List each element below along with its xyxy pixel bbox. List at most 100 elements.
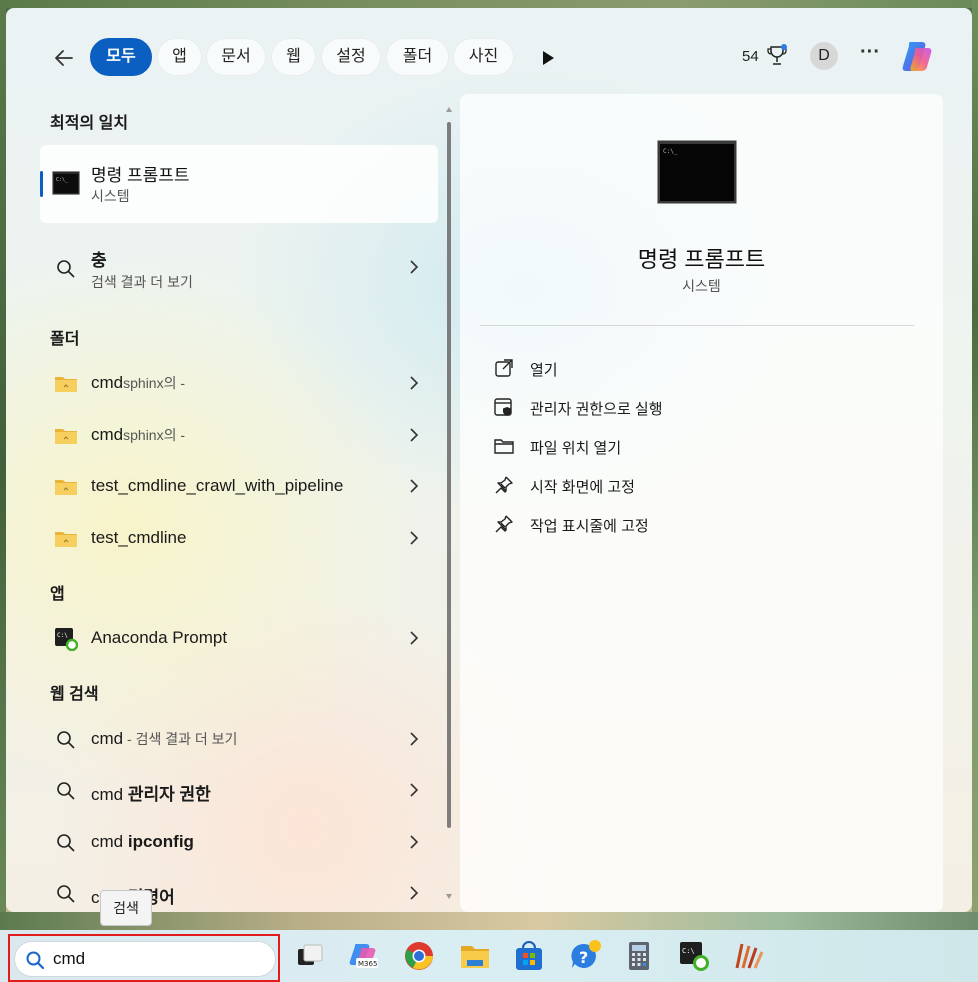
svg-text:C:\: C:\ [682, 947, 695, 955]
folder-icon [494, 439, 514, 454]
folder-icon [55, 377, 77, 392]
app-result-row[interactable]: C:\ Anaconda Prompt [40, 616, 438, 662]
web-result-row[interactable]: cmd - 검색 결과 더 보기 [40, 717, 438, 763]
action-run-as-admin[interactable]: 관리자 권한으로 실행 [486, 393, 886, 423]
chevron-right-icon [410, 376, 419, 390]
detail-title: 명령 프롬프트 [637, 247, 766, 272]
command-prompt-icon: C:\_ [52, 171, 80, 195]
folder-icon [55, 429, 77, 444]
web-query: cmd ipconfig [91, 832, 194, 851]
results-scrollbar[interactable] [446, 106, 452, 900]
svg-text:?: ? [579, 948, 588, 967]
search-more-label: 검색 결과 더 보기 [91, 274, 193, 290]
task-view-icon[interactable] [294, 940, 326, 972]
svg-text:C:\_: C:\_ [56, 177, 69, 183]
folder-result-row[interactable]: cmdsphinx의 - [40, 361, 438, 407]
web-result-row[interactable]: cmd ipconfig [40, 820, 438, 866]
calculator-icon[interactable] [623, 940, 655, 972]
scroll-up-icon[interactable] [446, 106, 452, 114]
chevron-right-icon [410, 631, 419, 645]
chevron-right-icon [410, 886, 419, 900]
chevron-right-icon [410, 428, 419, 442]
folder-name: test_cmdline_crawl_with_pipeline [91, 476, 344, 495]
best-match-card[interactable]: C:\_ 명령 프롬프트 시스템 [40, 145, 438, 223]
scroll-down-icon[interactable] [446, 892, 452, 900]
search-icon [57, 885, 75, 903]
chevron-right-icon [410, 260, 419, 274]
chevron-right-icon [410, 479, 419, 493]
action-label: 열기 [530, 362, 558, 379]
action-open-file-location[interactable]: 파일 위치 열기 [486, 432, 886, 462]
svg-text:C:\_: C:\_ [663, 148, 678, 155]
taskbar-search-box[interactable] [14, 941, 276, 977]
folder-result-row[interactable]: cmdsphinx의 - [40, 413, 438, 459]
detail-divider [480, 325, 914, 326]
action-open[interactable]: 열기 [486, 354, 886, 384]
action-pin-to-taskbar[interactable]: 작업 표시줄에 고정 [486, 510, 886, 540]
action-pin-to-start[interactable]: 시작 화면에 고정 [486, 471, 886, 501]
folder-result-row[interactable]: test_cmdline_crawl_with_pipeline [40, 464, 438, 510]
m365-label: M365 [358, 960, 377, 968]
apps-heading: 앱 [50, 586, 65, 603]
selection-indicator [40, 171, 43, 197]
get-help-icon[interactable]: ? [569, 940, 601, 972]
user-avatar[interactable]: D [810, 42, 838, 70]
back-button[interactable] [50, 44, 78, 72]
scrollbar-thumb[interactable] [447, 122, 451, 828]
wallpaper-right [972, 0, 978, 930]
app-name: Anaconda Prompt [91, 628, 228, 647]
chevron-right-icon [410, 783, 419, 797]
sublime-merge-icon[interactable] [733, 940, 765, 972]
trophy-icon[interactable] [767, 44, 787, 68]
pin-icon [495, 515, 513, 533]
folder-name: test_cmdline [91, 528, 187, 547]
anaconda-prompt-icon: C:\ [55, 628, 78, 651]
copilot-icon[interactable] [900, 38, 936, 74]
filter-chip-all[interactable]: 모두 [90, 38, 152, 76]
filter-bar: 모두 앱 문서 웹 설정 폴더 사진 54 D ··· [6, 38, 972, 78]
search-icon [57, 782, 75, 800]
chrome-icon[interactable] [403, 940, 435, 972]
search-more-row[interactable]: 충 검색 결과 더 보기 [40, 240, 438, 296]
filter-chip-folders[interactable]: 폴더 [386, 38, 449, 76]
play-icon [543, 51, 554, 65]
shield-icon [494, 398, 512, 416]
rewards-points[interactable]: 54 [742, 48, 759, 65]
arrow-left-icon [55, 50, 73, 66]
file-explorer-icon[interactable] [459, 940, 491, 972]
web-query: cmd - 검색 결과 더 보기 [91, 729, 238, 748]
taskbar-search-input[interactable] [53, 948, 263, 970]
action-label: 관리자 권한으로 실행 [530, 401, 663, 418]
action-label: 시작 화면에 고정 [530, 479, 635, 496]
filter-chip-settings[interactable]: 설정 [321, 38, 381, 76]
microsoft-store-icon[interactable] [513, 940, 545, 972]
chevron-right-icon [410, 835, 419, 849]
wallpaper-top [0, 0, 978, 8]
filter-chip-documents[interactable]: 문서 [206, 38, 266, 76]
anaconda-prompt-icon[interactable]: C:\ [678, 940, 710, 972]
more-filters-button[interactable] [536, 46, 560, 70]
web-query: cmd 관리자 권한 [91, 785, 211, 804]
folder-icon [55, 532, 77, 547]
m365-copilot-icon[interactable]: M365 [348, 940, 380, 972]
folder-icon [55, 480, 77, 495]
best-match-heading: 최적의 일치 [50, 115, 129, 132]
web-result-row[interactable]: cmd 관리자 권한 [40, 768, 438, 814]
filter-chip-photos[interactable]: 사진 [453, 38, 514, 76]
search-term-label: 충 [91, 251, 107, 270]
filter-chip-apps[interactable]: 앱 [157, 38, 202, 76]
action-label: 작업 표시줄에 고정 [530, 518, 649, 535]
search-icon [57, 834, 75, 852]
folder-result-row[interactable]: test_cmdline [40, 516, 438, 562]
detail-panel: C:\_ 명령 프롬프트 시스템 열기 관리자 권한으로 실행 파일 위치 열기… [460, 94, 943, 912]
more-options-button[interactable]: ··· [858, 40, 882, 68]
action-label: 파일 위치 열기 [530, 440, 622, 457]
best-match-name: 명령 프롬프트 [91, 166, 190, 185]
web-search-heading: 웹 검색 [50, 686, 99, 703]
folders-heading: 폴더 [50, 331, 80, 348]
chevron-right-icon [410, 531, 419, 545]
detail-subtitle: 시스템 [682, 278, 721, 294]
filter-chip-web[interactable]: 웹 [271, 38, 316, 76]
search-icon [26, 951, 45, 970]
svg-text:C:\: C:\ [57, 632, 68, 639]
